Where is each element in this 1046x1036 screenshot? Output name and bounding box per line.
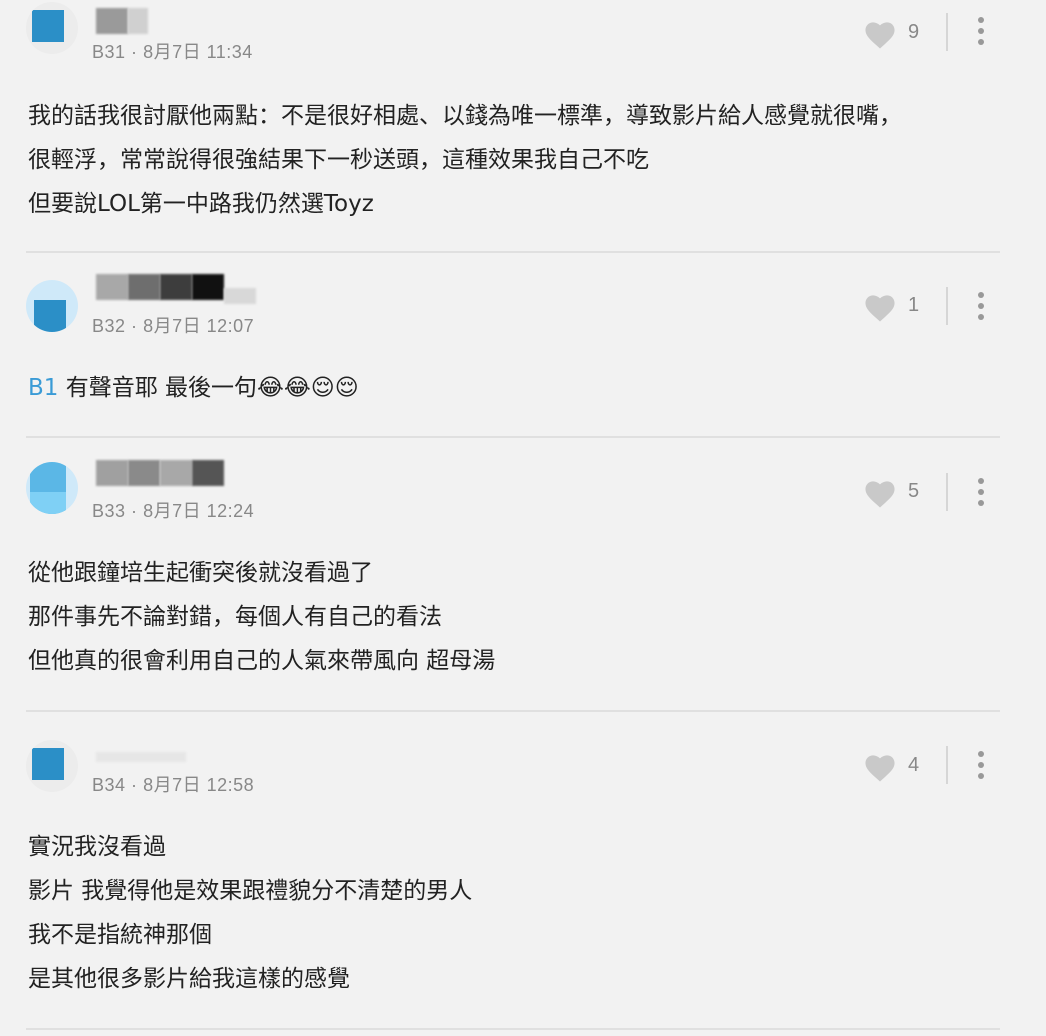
avatar[interactable] — [26, 2, 78, 54]
comment-line: 那件事先不論對錯，每個人有自己的看法 — [28, 604, 442, 630]
more-vertical-icon[interactable] — [972, 749, 990, 783]
avatar[interactable] — [26, 280, 78, 332]
comment-line: B1 有聲音耶 最後一句😂😂😌😌 — [28, 366, 359, 410]
like-count: 4 — [908, 754, 920, 776]
floor-number: B32 — [92, 316, 126, 336]
comment-body: B1 有聲音耶 最後一句😂😂😌😌 — [28, 366, 359, 410]
more-vertical-icon[interactable] — [972, 476, 990, 510]
floor-number: B31 — [92, 42, 126, 62]
divider — [946, 13, 948, 51]
comment-body: 從他跟鐘培生起衝突後就沒看過了 那件事先不論對錯，每個人有自己的看法 但他真的很… — [28, 551, 495, 683]
comment-line: 我不是指統神那個 — [28, 922, 212, 948]
username-redacted[interactable] — [96, 744, 186, 774]
comment-body: 實況我沒看過 影片 我覺得他是效果跟禮貌分不清楚的男人 我不是指統神那個 是其他… — [28, 825, 472, 1001]
username-redacted[interactable] — [96, 8, 148, 38]
divider — [946, 473, 948, 511]
username-redacted[interactable] — [96, 274, 256, 304]
comment-line: 從他跟鐘培生起衝突後就沒看過了 — [28, 560, 373, 586]
avatar[interactable] — [26, 740, 78, 792]
comment-date: 8月7日 12:24 — [143, 501, 255, 521]
meta-separator: · — [131, 42, 138, 62]
more-vertical-icon[interactable] — [972, 290, 990, 324]
comment-line: 是其他很多影片給我這樣的感覺 — [28, 966, 350, 992]
comment-line: 但要說LOL第一中路我仍然選Toyz — [28, 191, 374, 217]
divider — [946, 746, 948, 784]
heart-icon[interactable] — [862, 751, 898, 783]
avatar[interactable] — [26, 462, 78, 514]
like-count: 5 — [908, 480, 920, 502]
heart-icon[interactable] — [862, 291, 898, 323]
meta-separator: · — [131, 775, 138, 795]
comment-line: 但他真的很會利用自己的人氣來帶風向 超母湯 — [28, 648, 496, 674]
like-count: 1 — [908, 294, 920, 316]
comment-separator — [26, 710, 1000, 712]
floor-number: B33 — [92, 501, 126, 521]
floor-mention-link[interactable]: B1 — [28, 375, 58, 401]
comment-line: 實況我沒看過 — [28, 834, 166, 860]
comment-separator — [26, 436, 1000, 438]
more-vertical-icon[interactable] — [972, 15, 990, 49]
divider — [946, 287, 948, 325]
comment-meta: B32 · 8月7日 12:07 — [92, 312, 254, 338]
comment-separator — [26, 251, 1000, 253]
comment-meta: B34 · 8月7日 12:58 — [92, 771, 254, 797]
heart-icon[interactable] — [862, 477, 898, 509]
comment-line: 我的話我很討厭他兩點：不是很好相處、以錢為唯一標準，導致影片給人感覺就很嘴， — [28, 103, 902, 129]
comment-line: 影片 我覺得他是效果跟禮貌分不清楚的男人 — [28, 878, 473, 904]
comment-meta: B33 · 8月7日 12:24 — [92, 497, 254, 523]
comment-line: 很輕浮，常常說得很強結果下一秒送頭，這種效果我自己不吃 — [28, 147, 649, 173]
comment-body: 我的話我很討厭他兩點：不是很好相處、以錢為唯一標準，導致影片給人感覺就很嘴， 很… — [28, 94, 902, 226]
floor-number: B34 — [92, 775, 126, 795]
comment-date: 8月7日 12:58 — [143, 775, 255, 795]
comment-meta: B31 · 8月7日 11:34 — [92, 38, 253, 64]
comment-text: 有聲音耶 最後一句😂😂😌😌 — [65, 375, 359, 401]
comment-separator — [26, 1028, 1000, 1030]
meta-separator: · — [131, 316, 138, 336]
username-redacted[interactable] — [96, 460, 224, 490]
comment-date: 8月7日 12:07 — [143, 316, 255, 336]
heart-icon[interactable] — [862, 18, 898, 50]
like-count: 9 — [908, 21, 920, 43]
comment-feed: B31 · 8月7日 11:34 9 我的話我很討厭他兩點：不是很好相處、以錢為… — [0, 0, 1046, 1036]
meta-separator: · — [131, 501, 138, 521]
comment-date: 8月7日 11:34 — [143, 42, 253, 62]
